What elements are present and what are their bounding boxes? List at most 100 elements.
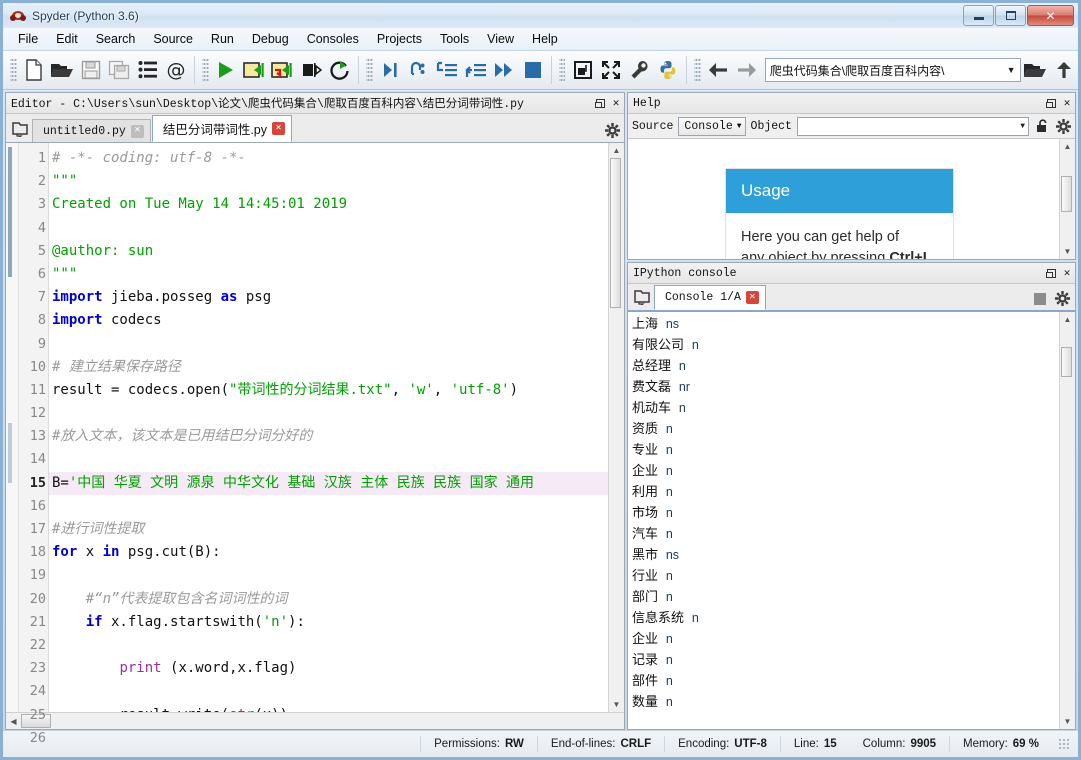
code-line[interactable] [49, 495, 608, 518]
editor-horizontal-scrollbar[interactable]: ◀ [6, 712, 624, 729]
scroll-up-icon[interactable]: ▲ [613, 143, 621, 158]
help-vertical-scrollbar[interactable]: ▲ ▼ [1059, 139, 1075, 259]
save-all-icon[interactable] [105, 55, 133, 85]
help-close-button[interactable]: ✕ [1059, 95, 1075, 111]
scroll-down-icon[interactable]: ▼ [613, 697, 621, 712]
menu-projects[interactable]: Projects [368, 30, 431, 48]
find-symbol-icon[interactable]: @ [162, 55, 190, 85]
code-line[interactable]: Created on Tue May 14 14:45:01 2019 [49, 193, 608, 216]
close-icon[interactable]: ✕ [745, 291, 759, 304]
run-file-icon[interactable] [212, 55, 240, 85]
help-undock-button[interactable] [1043, 95, 1059, 111]
toolbar-grip[interactable] [366, 57, 373, 83]
menu-edit[interactable]: Edit [47, 30, 87, 48]
code-line[interactable] [49, 333, 608, 356]
rerun-file-icon[interactable] [326, 55, 354, 85]
editor-code-area[interactable]: 1 2 3 4 5 6 7 8 9 10 11 12 13 14 15 16 17 18 19 20 21 22 23 24 2… [6, 143, 624, 746]
code-line[interactable]: result = codecs.open("带词性的分词结果.txt", 'w'… [49, 379, 608, 402]
help-scroll-track[interactable] [1060, 154, 1075, 244]
browse-tabs-icon[interactable] [10, 118, 32, 140]
code-line[interactable]: print (x.word,x.flag) [49, 657, 608, 680]
menu-debug[interactable]: Debug [243, 30, 298, 48]
parent-dir-icon[interactable] [1050, 55, 1078, 85]
gear-icon[interactable] [605, 123, 620, 138]
code-line[interactable]: #进行词性提取 [49, 518, 608, 541]
maximize-button[interactable] [995, 5, 1026, 26]
console-vertical-scrollbar[interactable]: ▲ ▼ [1059, 312, 1075, 729]
minimize-button[interactable] [963, 5, 994, 26]
code-line[interactable]: import jieba.posseg as psg [49, 286, 608, 309]
console-undock-button[interactable] [1043, 265, 1059, 281]
menu-source[interactable]: Source [144, 30, 202, 48]
console-close-button[interactable]: ✕ [1059, 265, 1075, 281]
scroll-up-icon[interactable]: ▲ [1064, 312, 1072, 327]
gear-icon[interactable] [1055, 118, 1071, 134]
editor-scroll-thumb[interactable] [610, 158, 621, 308]
code-line[interactable]: for x in psg.cut(B): [49, 541, 608, 564]
console-scroll-thumb[interactable] [1061, 347, 1072, 377]
scroll-down-icon[interactable]: ▼ [1064, 244, 1072, 259]
editor-tab-jieba[interactable]: 结巴分词带词性.py ✕ [151, 115, 293, 142]
back-icon[interactable] [704, 55, 732, 85]
editor-tab-untitled0[interactable]: untitled0.py ✕ [32, 119, 151, 142]
help-object-input[interactable]: ▼ [796, 116, 1029, 136]
code-line[interactable] [49, 564, 608, 587]
menu-consoles[interactable]: Consoles [298, 30, 368, 48]
editor-vertical-scrollbar[interactable]: ▲ ▼ [608, 143, 624, 712]
console-output-area[interactable]: 上海 ns 有限公司 n 总经理 n 费文磊 nr 机动车 n 资质 n 专业 n 企业 n利… [628, 311, 1075, 729]
code-line[interactable]: @author: sun [49, 240, 608, 263]
code-line[interactable]: B='中国 华夏 文明 源泉 中华文化 基础 汉族 主体 民族 民族 国家 通用 [49, 471, 608, 495]
preferences-icon[interactable] [625, 55, 653, 85]
code-line[interactable]: """ [49, 263, 608, 286]
console-tab-1a[interactable]: Console 1/A ✕ [654, 285, 766, 310]
fullscreen-icon[interactable] [597, 55, 625, 85]
code-line[interactable]: #“n”代表提取包含名词词性的词 [49, 588, 608, 611]
menu-tools[interactable]: Tools [431, 30, 478, 48]
step-into-icon[interactable] [433, 55, 461, 85]
console-output-text[interactable]: 上海 ns 有限公司 n 总经理 n 费文磊 nr 机动车 n 资质 n 专业 n 企业 n利… [628, 312, 1059, 729]
save-file-icon[interactable] [77, 55, 105, 85]
run-cell-advance-icon[interactable] [269, 55, 297, 85]
gear-icon[interactable] [1055, 291, 1070, 306]
close-icon[interactable]: ✕ [130, 124, 144, 138]
editor-close-button[interactable]: ✕ [608, 95, 624, 111]
stop-icon[interactable] [1034, 292, 1046, 305]
code-line[interactable] [49, 448, 608, 471]
stop-debug-icon[interactable] [518, 55, 546, 85]
scroll-down-icon[interactable]: ▼ [1064, 714, 1072, 729]
help-scroll-thumb[interactable] [1061, 176, 1072, 212]
browse-dir-icon[interactable] [1021, 55, 1049, 85]
maximize-pane-icon[interactable] [568, 55, 596, 85]
code-line[interactable] [49, 680, 608, 703]
code-line[interactable]: import codecs [49, 309, 608, 332]
toolbar-grip[interactable] [10, 57, 17, 83]
run-selection-icon[interactable] [297, 55, 325, 85]
menu-search[interactable]: Search [87, 30, 145, 48]
toolbar-grip[interactable] [202, 57, 210, 83]
menu-run[interactable]: Run [202, 30, 243, 48]
code-line[interactable] [49, 402, 608, 425]
scroll-up-icon[interactable]: ▲ [1064, 139, 1072, 154]
step-return-icon[interactable] [461, 55, 489, 85]
debug-file-icon[interactable] [376, 55, 404, 85]
menu-view[interactable]: View [478, 30, 523, 48]
code-line[interactable]: # -*- coding: utf-8 -*- [49, 147, 608, 170]
code-line[interactable] [49, 634, 608, 657]
code-line[interactable]: """ [49, 170, 608, 193]
editor-text[interactable]: # -*- coding: utf-8 -*- """ Created on Tue… [49, 143, 608, 712]
python-path-icon[interactable] [654, 55, 682, 85]
editor-undock-button[interactable] [592, 95, 608, 111]
open-file-icon[interactable] [48, 55, 76, 85]
menu-help[interactable]: Help [523, 30, 567, 48]
code-line[interactable]: result.write(str(x)) [49, 704, 608, 713]
menu-file[interactable]: File [9, 30, 47, 48]
code-line[interactable] [49, 217, 608, 240]
forward-icon[interactable] [732, 55, 760, 85]
toolbar-grip[interactable] [694, 57, 701, 83]
close-button[interactable]: ✕ [1027, 5, 1074, 26]
toolbar-grip[interactable] [558, 57, 566, 83]
resize-grip[interactable] [1058, 738, 1070, 750]
help-source-combo[interactable]: Console ▼ [678, 116, 746, 136]
code-line[interactable]: if x.flag.startswith('n'): [49, 611, 608, 634]
editor-scroll-track[interactable] [609, 158, 624, 697]
